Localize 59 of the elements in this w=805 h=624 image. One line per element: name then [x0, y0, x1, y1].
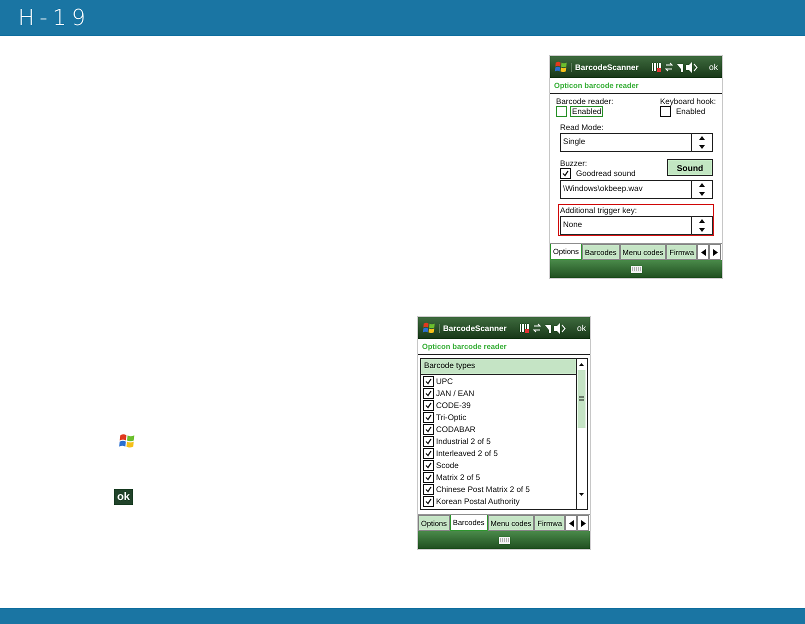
list-item[interactable]: CODABAR	[436, 424, 476, 434]
checkbox-label: Enabled	[570, 106, 604, 117]
checkbox[interactable]	[423, 424, 434, 434]
field-label: Keyboard hook:	[660, 97, 716, 106]
app-title: BarcodeScanner	[439, 324, 518, 332]
checkbox[interactable]	[423, 400, 434, 410]
checkbox[interactable]	[660, 106, 671, 117]
dropdown-value: None	[562, 219, 584, 231]
list-item[interactable]: Korean Postal Authority	[436, 496, 520, 506]
list-item[interactable]: Industrial 2 of 5	[436, 436, 491, 446]
checkbox[interactable]	[423, 484, 434, 494]
ok-icon: ok	[114, 489, 133, 505]
app-title: BarcodeScanner	[571, 62, 650, 72]
windows-flag-icon	[118, 432, 136, 450]
checkbox[interactable]	[423, 412, 434, 422]
list-item[interactable]: Chinese Post Matrix 2 of 5	[436, 484, 530, 494]
list-item[interactable]: Interleaved 2 of 5	[436, 448, 498, 458]
checkbox-label: Enabled	[674, 106, 706, 117]
spin-up-icon[interactable]	[699, 183, 705, 188]
dropdown-value: Single	[562, 136, 586, 148]
checkbox[interactable]	[423, 376, 434, 386]
dropdown-field[interactable]: None	[560, 216, 713, 235]
checkbox[interactable]	[423, 388, 434, 398]
checkbox[interactable]	[423, 436, 434, 446]
ok-button[interactable]: ok	[577, 323, 586, 333]
checkbox[interactable]	[556, 106, 567, 117]
windows-flag-icon	[554, 60, 568, 74]
checkbox-label: Goodread sound	[575, 168, 637, 179]
sound-button[interactable]: Sound	[667, 159, 713, 176]
field-label: Barcode reader:	[556, 97, 614, 106]
field-label: Read Mode:	[560, 123, 605, 132]
keyboard-icon[interactable]	[630, 266, 642, 272]
spin-down-icon[interactable]	[699, 228, 705, 232]
spin-down-icon[interactable]	[699, 192, 705, 196]
list-item[interactable]: Matrix 2 of 5	[436, 472, 480, 482]
dropdown-field[interactable]: \Windows\okbeep.wav	[560, 180, 713, 199]
checkbox[interactable]	[423, 448, 434, 458]
checkbox[interactable]	[423, 460, 434, 470]
checkbox[interactable]	[560, 168, 571, 179]
checkbox[interactable]	[423, 496, 434, 506]
list-item[interactable]: CODE-39	[436, 400, 471, 410]
windows-flag-icon	[422, 321, 436, 335]
spin-down-icon[interactable]	[699, 144, 705, 149]
list-header: Barcode types	[421, 359, 576, 375]
spin-up-icon[interactable]	[699, 136, 705, 140]
list-item[interactable]: Scode	[436, 460, 459, 470]
keyboard-icon[interactable]	[498, 536, 510, 544]
spin-up-icon[interactable]	[699, 219, 705, 224]
field-label: Additional trigger key:	[560, 206, 638, 215]
dropdown-value: \Windows\okbeep.wav	[562, 183, 644, 195]
list-item[interactable]: UPC	[436, 376, 453, 386]
page-title: H-19	[18, 6, 90, 30]
checkbox[interactable]	[423, 472, 434, 482]
list-item[interactable]: Tri-Optic	[436, 412, 466, 422]
dropdown-field[interactable]: Single	[560, 133, 713, 152]
ok-button[interactable]: ok	[709, 62, 718, 72]
list-item[interactable]: JAN / EAN	[436, 388, 474, 398]
field-label: Buzzer:	[560, 159, 588, 168]
scrollbar[interactable]	[576, 359, 587, 509]
